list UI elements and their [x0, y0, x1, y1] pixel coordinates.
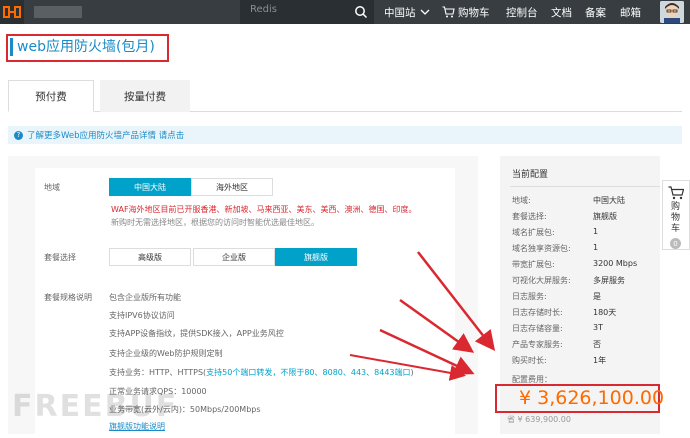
tab-pay-as-you-go[interactable]: 按量付费: [100, 80, 190, 112]
saved-amount: 省 ¥ 639,900.00: [507, 415, 571, 424]
package-option-advanced[interactable]: 高级版: [109, 248, 191, 266]
config-key: 带宽扩展包:: [512, 260, 555, 269]
search-input[interactable]: Redis: [250, 4, 277, 15]
spec-item: 支持企业级的Web防护规则定制: [109, 349, 223, 358]
region-option-overseas[interactable]: 海外地区: [191, 178, 273, 196]
config-value: 1: [593, 243, 599, 252]
package-option-flagship[interactable]: 旗舰版: [275, 248, 357, 266]
nav-console-label: 控制台: [506, 6, 538, 19]
config-key: 地域:: [512, 196, 531, 205]
package-option-enterprise[interactable]: 企业版: [193, 248, 275, 266]
config-key: 可视化大屏服务:: [512, 276, 571, 285]
spec-ports-highlight: 支持50个端口转发，不限于80、8080、443、8443端口: [206, 368, 411, 377]
cart-icon[interactable]: [668, 186, 684, 200]
config-value: 中国大陆: [593, 196, 625, 205]
info-text[interactable]: 了解更多Web应用防火墙产品详情 请点击: [27, 129, 184, 141]
tab-prepaid[interactable]: 预付费: [8, 80, 94, 112]
search-icon[interactable]: [354, 5, 368, 19]
config-divider: [510, 186, 660, 187]
cart-icon: [442, 6, 455, 18]
aliyun-logo[interactable]: [0, 0, 24, 24]
region-option-mainland[interactable]: 中国大陆: [109, 178, 191, 196]
nav-mail[interactable]: 邮箱: [620, 0, 641, 24]
config-value: 多屏服务: [593, 276, 625, 285]
page-title: web应用防火墙(包月): [10, 38, 155, 56]
config-key: 日志服务:: [512, 292, 547, 301]
chevron-down-icon: [420, 9, 429, 15]
config-value: 否: [593, 340, 601, 349]
nav-beian-label: 备案: [585, 6, 606, 19]
nav-beian[interactable]: 备案: [585, 0, 606, 24]
nav-mail-label: 邮箱: [620, 6, 641, 19]
logo-icon: [3, 6, 21, 18]
config-value: 180天: [593, 308, 617, 317]
config-title: 当前配置: [512, 170, 549, 180]
config-key: 日志存储时长:: [512, 308, 563, 317]
nav-docs-label: 文档: [551, 6, 572, 19]
config-value: 3200 Mbps: [593, 259, 638, 268]
billing-tabs: 预付费 按量付费: [8, 80, 682, 112]
package-label: 套餐选择: [44, 253, 76, 262]
config-key: 套餐选择:: [512, 212, 547, 221]
avatar[interactable]: [660, 1, 684, 23]
config-key: 产品专家服务:: [512, 340, 563, 349]
config-key: 日志存储容量:: [512, 324, 563, 333]
config-value: 1年: [593, 356, 607, 365]
nav-region-label: 中国站: [384, 6, 416, 19]
info-icon: ?: [14, 130, 23, 140]
config-key: 域名扩展包:: [512, 228, 555, 237]
nav-region[interactable]: 中国站: [384, 0, 430, 24]
brand-text-blurred: [34, 6, 82, 18]
config-value: 3T: [593, 323, 603, 332]
config-value: 是: [593, 292, 601, 301]
cart-side-label[interactable]: 购物车: [671, 202, 681, 235]
config-key: 购买时长:: [512, 356, 547, 365]
spec-ports-prefix: 支持业务：HTTP、HTTPS(: [109, 368, 207, 377]
spec-item: 包含企业版所有功能: [109, 293, 181, 302]
spec-item-ports: 支持业务：HTTP、HTTPS(支持50个端口转发，不限于80、8080、443…: [109, 367, 414, 378]
total-price: ¥ 3,626,100.00: [519, 387, 665, 409]
config-key: 域名独享资源包:: [512, 244, 571, 253]
spec-label: 套餐规格说明: [44, 293, 92, 302]
top-nav-bar: Redis 中国站 购物车 控制台 文档 备案 邮箱: [0, 0, 690, 24]
region-note-red: WAF海外地区目前已开服香港、新加坡、马来西亚、美东、美西、澳洲、德国、印度。: [111, 205, 417, 214]
nav-cart-label: 购物车: [458, 6, 490, 19]
config-value: 旗舰版: [593, 212, 617, 221]
spec-item: 支持IPV6协议访问: [109, 311, 175, 320]
config-value: 1: [593, 227, 599, 236]
region-note-gray: 新购时无需选择地区，根据您的访问时智能优选最佳地区。: [111, 218, 319, 227]
info-banner[interactable]: ? 了解更多Web应用防火墙产品详情 请点击: [8, 126, 682, 144]
nav-console[interactable]: 控制台: [506, 0, 538, 24]
watermark: FREEBUF: [12, 389, 179, 424]
nav-cart[interactable]: 购物车: [442, 0, 490, 24]
avatar-image: [660, 1, 684, 23]
spec-item: 支持APP设备指纹，提供SDK接入，APP业务风控: [109, 329, 284, 338]
region-label: 地域: [44, 183, 60, 192]
spec-ports-suffix: ): [410, 368, 414, 377]
nav-docs[interactable]: 文档: [551, 0, 572, 24]
cart-count-badge: 0: [670, 238, 681, 249]
search-box[interactable]: Redis: [240, 0, 374, 24]
